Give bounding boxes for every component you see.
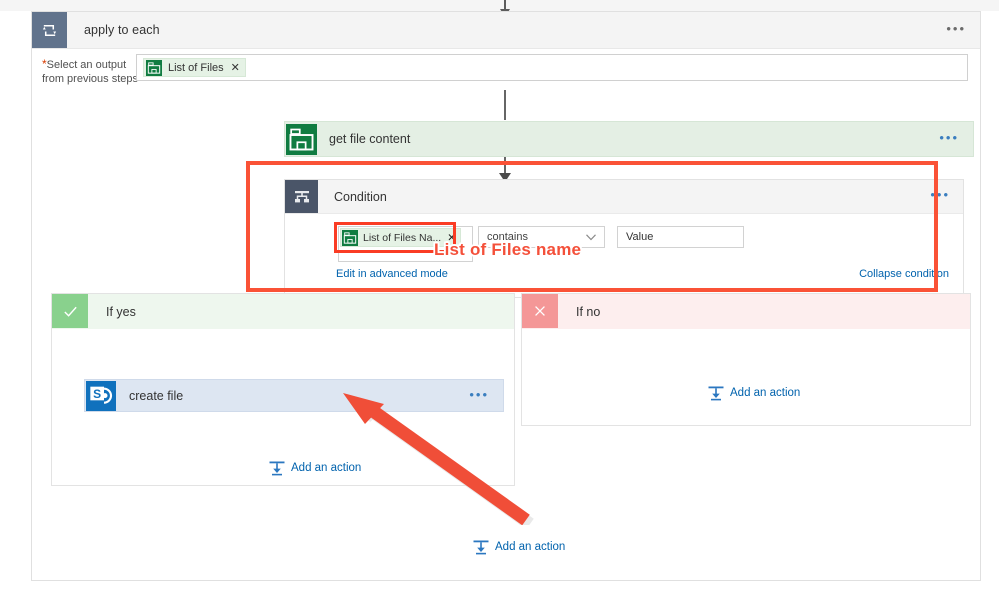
onedrive-folder-icon bbox=[285, 123, 317, 155]
branch-yes-label: If yes bbox=[106, 305, 136, 319]
action-menu-button[interactable]: ••• bbox=[469, 388, 489, 401]
insert-action-icon bbox=[473, 540, 489, 555]
chip-label: List of Files bbox=[168, 61, 224, 74]
add-an-action-link-bottom[interactable]: Add an action bbox=[472, 538, 565, 556]
sharepoint-icon: S bbox=[85, 380, 117, 412]
branch-no-label: If no bbox=[576, 305, 601, 319]
select-output-label-line2: from previous steps bbox=[42, 73, 138, 85]
action-title: create file bbox=[129, 388, 184, 403]
add-action-label: Add an action bbox=[730, 387, 801, 399]
select-output-input[interactable]: List of Files ✕ bbox=[136, 54, 968, 81]
apply-to-each-header[interactable]: apply to each ••• bbox=[32, 12, 980, 49]
action-get-file-content[interactable]: get file content ••• bbox=[284, 121, 974, 157]
branch-no-header: If no bbox=[522, 294, 970, 329]
check-icon bbox=[52, 294, 88, 328]
action-create-file[interactable]: S create file ••• bbox=[84, 379, 504, 412]
branch-if-yes: If yes S create file ••• Add an action bbox=[51, 293, 515, 486]
svg-text:S: S bbox=[93, 387, 101, 401]
insert-action-icon bbox=[269, 461, 285, 476]
add-action-label: Add an action bbox=[291, 462, 362, 474]
onedrive-folder-icon bbox=[146, 59, 162, 76]
close-icon bbox=[522, 294, 558, 328]
branch-yes-header: If yes bbox=[52, 294, 514, 329]
branch-if-no: If no Add an action bbox=[521, 293, 971, 426]
apply-to-each-title: apply to each bbox=[84, 23, 160, 37]
list-of-files-token-chip[interactable]: List of Files ✕ bbox=[143, 58, 246, 77]
action-menu-button[interactable]: ••• bbox=[939, 131, 959, 144]
condition-highlight-box bbox=[246, 161, 938, 292]
apply-to-each-menu-button[interactable]: ••• bbox=[946, 22, 966, 35]
add-an-action-link-no[interactable]: Add an action bbox=[707, 384, 800, 402]
add-action-label: Add an action bbox=[495, 541, 566, 553]
action-title: get file content bbox=[329, 132, 411, 146]
add-an-action-link-yes[interactable]: Add an action bbox=[268, 459, 361, 477]
annotation-callout-text: List of Files name bbox=[434, 240, 582, 259]
loop-icon bbox=[32, 12, 67, 48]
select-output-label-line1: Select an output bbox=[46, 59, 127, 71]
flow-designer-canvas: apply to each ••• *Select an output from… bbox=[0, 0, 999, 603]
chip-remove-icon[interactable]: ✕ bbox=[231, 61, 240, 74]
apply-to-each-card: apply to each ••• *Select an output from… bbox=[31, 11, 981, 581]
connector-line-top bbox=[504, 90, 506, 120]
insert-action-icon bbox=[708, 386, 724, 401]
